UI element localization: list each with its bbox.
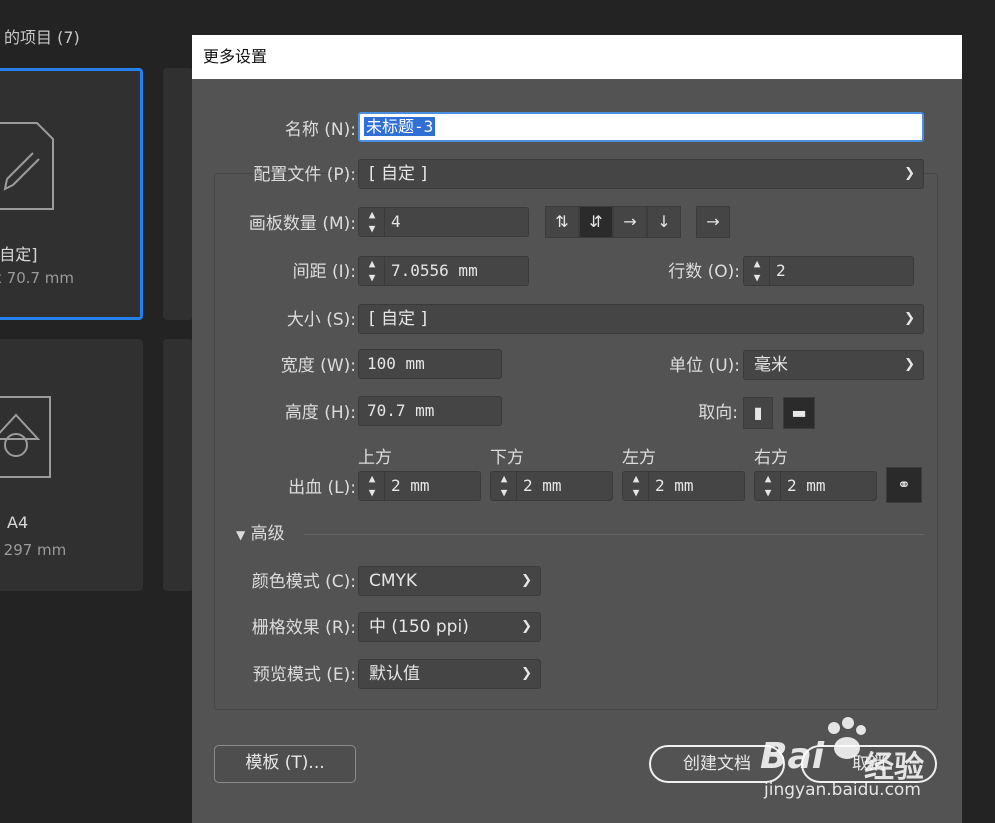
dialog-title: 更多设置	[192, 35, 962, 79]
raster-label: 栅格效果 (R):	[251, 618, 356, 638]
chevron-down-icon: ❯	[904, 166, 915, 181]
preset-card-a4[interactable]: A4 x 297 mm	[0, 339, 143, 591]
document-shapes-icon	[0, 396, 51, 478]
width-label: 宽度 (W):	[280, 356, 356, 376]
units-label: 单位 (U):	[669, 356, 740, 376]
chevron-up-icon[interactable]: ▲	[365, 472, 379, 486]
preset-card-size: x 297 mm	[0, 541, 67, 559]
bleed-left-value: 2 mm	[655, 476, 694, 495]
preview-value: 默认值	[369, 664, 420, 684]
spacing-label: 间距 (I):	[292, 262, 356, 282]
recent-items-title: 的项目 (7)	[4, 28, 80, 47]
height-input[interactable]: 70.7 mm	[358, 396, 502, 426]
rows-value: 2	[776, 261, 786, 280]
bleed-top-value: 2 mm	[391, 476, 430, 495]
spacing-value: 7.0556 mm	[391, 261, 478, 280]
preset-card-hidden[interactable]	[163, 68, 193, 320]
chevron-down-icon[interactable]: ▼	[497, 486, 511, 500]
preset-card-custom[interactable]: [自定] x 70.7 mm	[0, 68, 143, 320]
size-value: [ 自定 ]	[369, 309, 428, 329]
bleed-right-stepper[interactable]: ▲ ▼ 2 mm	[754, 471, 877, 501]
more-settings-dialog: 更多设置 名称 (N): 未标题-3 配置文件 (P): [ 自定 ] ❯ 画板数…	[192, 35, 962, 823]
artboards-value: 4	[391, 212, 401, 231]
preview-dropdown[interactable]: 默认值 ❯	[358, 659, 541, 689]
bleed-top-label: 上方	[358, 448, 392, 468]
document-name-value: 未标题-3	[364, 117, 436, 136]
height-label: 高度 (H):	[284, 403, 356, 423]
units-value: 毫米	[754, 355, 788, 375]
chevron-down-icon: ❯	[521, 619, 532, 634]
paw-logo-icon	[828, 717, 866, 759]
chevron-up-icon[interactable]: ▲	[365, 257, 379, 271]
portrait-icon[interactable]: ▮	[743, 397, 773, 429]
bleed-bottom-value: 2 mm	[523, 476, 562, 495]
watermark-url: jingyan.baidu.com	[764, 780, 921, 800]
color-mode-value: CMYK	[369, 571, 418, 591]
chevron-down-icon: ❯	[904, 311, 915, 326]
watermark-brand: Bai	[760, 736, 825, 777]
raster-dropdown[interactable]: 中 (150 ppi) ❯	[358, 612, 541, 642]
profile-label: 配置文件 (P):	[253, 165, 356, 185]
chevron-up-icon[interactable]: ▲	[497, 472, 511, 486]
advanced-divider	[304, 534, 924, 535]
raster-value: 中 (150 ppi)	[369, 617, 469, 637]
template-button[interactable]: 模板 (T)...	[214, 745, 356, 783]
chevron-up-icon[interactable]: ▲	[629, 472, 643, 486]
chevron-down-icon[interactable]: ▼	[365, 271, 379, 285]
profile-value: [ 自定 ]	[369, 164, 428, 184]
preset-card-size: x 70.7 mm	[0, 269, 75, 287]
chevron-up-icon[interactable]: ▲	[365, 208, 379, 222]
chevron-up-icon[interactable]: ▲	[761, 472, 775, 486]
right-to-left-icon[interactable]: →	[696, 206, 730, 238]
artboards-label: 画板数量 (M):	[248, 214, 356, 234]
advanced-toggle[interactable]: ▼ 高级	[236, 519, 306, 550]
preset-card-name: A4	[7, 513, 29, 532]
name-label: 名称 (N):	[284, 120, 356, 140]
size-label: 大小 (S):	[286, 310, 356, 330]
color-mode-label: 颜色模式 (C):	[251, 572, 356, 592]
link-icon[interactable]: ⚭	[886, 467, 922, 503]
document-pencil-icon	[0, 122, 54, 210]
bleed-label: 出血 (L):	[288, 478, 356, 498]
bleed-left-stepper[interactable]: ▲ ▼ 2 mm	[622, 471, 745, 501]
bleed-top-stepper[interactable]: ▲ ▼ 2 mm	[358, 471, 481, 501]
spacing-stepper[interactable]: ▲ ▼ 7.0556 mm	[358, 256, 529, 286]
chevron-down-icon[interactable]: ▼	[750, 271, 764, 285]
width-input[interactable]: 100 mm	[358, 349, 502, 379]
preview-label: 预览模式 (E):	[252, 665, 356, 685]
size-dropdown[interactable]: [ 自定 ] ❯	[358, 304, 924, 334]
bleed-bottom-stepper[interactable]: ▲ ▼ 2 mm	[490, 471, 613, 501]
rows-label: 行数 (O):	[668, 262, 740, 282]
color-mode-dropdown[interactable]: CMYK ❯	[358, 566, 541, 596]
chevron-down-icon[interactable]: ▼	[629, 486, 643, 500]
units-dropdown[interactable]: 毫米 ❯	[743, 350, 924, 380]
landscape-icon[interactable]: ▬	[783, 397, 815, 429]
chevron-down-icon: ❯	[521, 573, 532, 588]
document-name-input[interactable]: 未标题-3	[358, 112, 924, 142]
bleed-left-label: 左方	[622, 448, 656, 468]
chevron-down-icon: ❯	[521, 666, 532, 681]
artboards-stepper[interactable]: ▲ ▼ 4	[358, 207, 529, 237]
bleed-bottom-label: 下方	[490, 448, 524, 468]
bleed-right-label: 右方	[754, 448, 788, 468]
rows-stepper[interactable]: ▲ ▼ 2	[743, 256, 914, 286]
arrange-by-row-icon[interactable]: →	[613, 206, 647, 238]
preset-card-hidden[interactable]	[163, 339, 193, 591]
arrange-by-column-icon[interactable]: ↓	[647, 206, 681, 238]
chevron-down-icon[interactable]: ▼	[365, 222, 379, 236]
advanced-label: 高级	[250, 524, 285, 544]
grid-by-row-icon[interactable]: ⇅	[545, 206, 579, 238]
preset-card-name: [自定]	[0, 245, 38, 264]
chevron-up-icon[interactable]: ▲	[750, 257, 764, 271]
chevron-down-icon[interactable]: ▼	[761, 486, 775, 500]
grid-by-column-icon[interactable]: ⇵	[579, 206, 613, 238]
triangle-down-icon: ▼	[236, 528, 246, 542]
bleed-right-value: 2 mm	[787, 476, 826, 495]
chevron-down-icon: ❯	[904, 357, 915, 372]
chevron-down-icon[interactable]: ▼	[365, 486, 379, 500]
profile-dropdown[interactable]: [ 自定 ] ❯	[358, 159, 924, 189]
orientation-label: 取向:	[698, 403, 738, 423]
